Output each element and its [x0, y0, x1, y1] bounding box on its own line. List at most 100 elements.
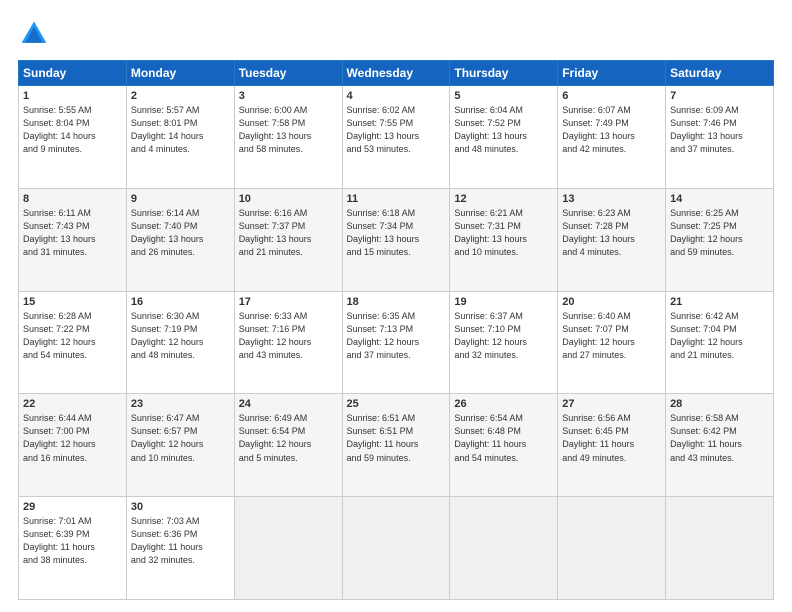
- day-number: 12: [454, 193, 553, 205]
- day-number: 4: [347, 90, 446, 102]
- day-number: 3: [239, 90, 338, 102]
- day-number: 25: [347, 398, 446, 410]
- day-number: 24: [239, 398, 338, 410]
- day-info: Sunrise: 6:09 AM Sunset: 7:46 PM Dayligh…: [670, 104, 769, 156]
- day-info: Sunrise: 5:57 AM Sunset: 8:01 PM Dayligh…: [131, 104, 230, 156]
- calendar-day-17: 17 Sunrise: 6:33 AM Sunset: 7:16 PM Dayli…: [234, 291, 342, 394]
- day-info: Sunrise: 6:18 AM Sunset: 7:34 PM Dayligh…: [347, 207, 446, 259]
- calendar-day-2: 2 Sunrise: 5:57 AM Sunset: 8:01 PM Daylig…: [126, 86, 234, 189]
- day-info: Sunrise: 6:25 AM Sunset: 7:25 PM Dayligh…: [670, 207, 769, 259]
- day-header-saturday: Saturday: [666, 61, 774, 86]
- calendar-empty: [450, 497, 558, 600]
- day-number: 2: [131, 90, 230, 102]
- calendar-empty: [342, 497, 450, 600]
- day-info: Sunrise: 6:23 AM Sunset: 7:28 PM Dayligh…: [562, 207, 661, 259]
- day-number: 27: [562, 398, 661, 410]
- day-number: 20: [562, 296, 661, 308]
- calendar-day-5: 5 Sunrise: 6:04 AM Sunset: 7:52 PM Daylig…: [450, 86, 558, 189]
- calendar-day-23: 23 Sunrise: 6:47 AM Sunset: 6:57 PM Dayli…: [126, 394, 234, 497]
- day-header-monday: Monday: [126, 61, 234, 86]
- calendar-empty: [666, 497, 774, 600]
- page: SundayMondayTuesdayWednesdayThursdayFrid…: [0, 0, 792, 612]
- calendar-day-7: 7 Sunrise: 6:09 AM Sunset: 7:46 PM Daylig…: [666, 86, 774, 189]
- day-info: Sunrise: 6:56 AM Sunset: 6:45 PM Dayligh…: [562, 412, 661, 464]
- calendar-day-21: 21 Sunrise: 6:42 AM Sunset: 7:04 PM Dayli…: [666, 291, 774, 394]
- logo-icon: [18, 18, 50, 50]
- calendar-day-4: 4Sunrise: 6:02 AM Sunset: 7:55 PM Daylig…: [342, 86, 450, 189]
- day-number: 28: [670, 398, 769, 410]
- header: [18, 18, 774, 50]
- day-info: Sunrise: 6:47 AM Sunset: 6:57 PM Dayligh…: [131, 412, 230, 464]
- calendar-day-15: 15 Sunrise: 6:28 AM Sunset: 7:22 PM Dayli…: [19, 291, 127, 394]
- calendar-day-12: 12Sunrise: 6:21 AM Sunset: 7:31 PM Dayli…: [450, 188, 558, 291]
- calendar-day-10: 10 Sunrise: 6:16 AM Sunset: 7:37 PM Dayli…: [234, 188, 342, 291]
- calendar-day-27: 27 Sunrise: 6:56 AM Sunset: 6:45 PM Dayli…: [558, 394, 666, 497]
- day-number: 10: [239, 193, 338, 205]
- calendar-day-1: 1Sunrise: 5:55 AM Sunset: 8:04 PM Daylig…: [19, 86, 127, 189]
- day-info: Sunrise: 6:07 AM Sunset: 7:49 PM Dayligh…: [562, 104, 661, 156]
- calendar-day-6: 6 Sunrise: 6:07 AM Sunset: 7:49 PM Daylig…: [558, 86, 666, 189]
- calendar-day-11: 11Sunrise: 6:18 AM Sunset: 7:34 PM Dayli…: [342, 188, 450, 291]
- day-number: 23: [131, 398, 230, 410]
- day-info: Sunrise: 6:40 AM Sunset: 7:07 PM Dayligh…: [562, 310, 661, 362]
- day-number: 7: [670, 90, 769, 102]
- calendar-day-28: 28Sunrise: 6:58 AM Sunset: 6:42 PM Dayli…: [666, 394, 774, 497]
- day-number: 29: [23, 501, 122, 513]
- calendar-week-2: 8 Sunrise: 6:11 AM Sunset: 7:43 PM Daylig…: [19, 188, 774, 291]
- calendar-day-13: 13 Sunrise: 6:23 AM Sunset: 7:28 PM Dayli…: [558, 188, 666, 291]
- day-number: 19: [454, 296, 553, 308]
- day-number: 21: [670, 296, 769, 308]
- calendar-day-25: 25 Sunrise: 6:51 AM Sunset: 6:51 PM Dayli…: [342, 394, 450, 497]
- calendar-empty: [234, 497, 342, 600]
- calendar-day-29: 29Sunrise: 7:01 AM Sunset: 6:39 PM Dayli…: [19, 497, 127, 600]
- day-number: 16: [131, 296, 230, 308]
- day-header-tuesday: Tuesday: [234, 61, 342, 86]
- day-info: Sunrise: 6:51 AM Sunset: 6:51 PM Dayligh…: [347, 412, 446, 464]
- calendar-week-3: 15 Sunrise: 6:28 AM Sunset: 7:22 PM Dayli…: [19, 291, 774, 394]
- header-row: SundayMondayTuesdayWednesdayThursdayFrid…: [19, 61, 774, 86]
- day-info: Sunrise: 6:04 AM Sunset: 7:52 PM Dayligh…: [454, 104, 553, 156]
- day-number: 13: [562, 193, 661, 205]
- day-info: Sunrise: 6:44 AM Sunset: 7:00 PM Dayligh…: [23, 412, 122, 464]
- day-info: Sunrise: 6:14 AM Sunset: 7:40 PM Dayligh…: [131, 207, 230, 259]
- day-info: Sunrise: 6:00 AM Sunset: 7:58 PM Dayligh…: [239, 104, 338, 156]
- day-number: 30: [131, 501, 230, 513]
- day-number: 26: [454, 398, 553, 410]
- day-number: 18: [347, 296, 446, 308]
- day-number: 8: [23, 193, 122, 205]
- day-number: 9: [131, 193, 230, 205]
- calendar-day-20: 20 Sunrise: 6:40 AM Sunset: 7:07 PM Dayli…: [558, 291, 666, 394]
- calendar-empty: [558, 497, 666, 600]
- day-info: Sunrise: 6:33 AM Sunset: 7:16 PM Dayligh…: [239, 310, 338, 362]
- day-info: Sunrise: 6:42 AM Sunset: 7:04 PM Dayligh…: [670, 310, 769, 362]
- day-info: Sunrise: 6:28 AM Sunset: 7:22 PM Dayligh…: [23, 310, 122, 362]
- day-number: 6: [562, 90, 661, 102]
- day-number: 15: [23, 296, 122, 308]
- calendar-day-19: 19 Sunrise: 6:37 AM Sunset: 7:10 PM Dayli…: [450, 291, 558, 394]
- logo: [18, 18, 56, 50]
- day-info: Sunrise: 6:30 AM Sunset: 7:19 PM Dayligh…: [131, 310, 230, 362]
- calendar-week-1: 1Sunrise: 5:55 AM Sunset: 8:04 PM Daylig…: [19, 86, 774, 189]
- day-info: Sunrise: 6:16 AM Sunset: 7:37 PM Dayligh…: [239, 207, 338, 259]
- calendar-day-18: 18Sunrise: 6:35 AM Sunset: 7:13 PM Dayli…: [342, 291, 450, 394]
- day-number: 22: [23, 398, 122, 410]
- calendar-day-14: 14 Sunrise: 6:25 AM Sunset: 7:25 PM Dayli…: [666, 188, 774, 291]
- day-number: 14: [670, 193, 769, 205]
- day-number: 5: [454, 90, 553, 102]
- day-info: Sunrise: 5:55 AM Sunset: 8:04 PM Dayligh…: [23, 104, 122, 156]
- day-header-thursday: Thursday: [450, 61, 558, 86]
- calendar-day-30: 30Sunrise: 7:03 AM Sunset: 6:36 PM Dayli…: [126, 497, 234, 600]
- calendar-day-22: 22 Sunrise: 6:44 AM Sunset: 7:00 PM Dayli…: [19, 394, 127, 497]
- day-header-sunday: Sunday: [19, 61, 127, 86]
- calendar-week-5: 29Sunrise: 7:01 AM Sunset: 6:39 PM Dayli…: [19, 497, 774, 600]
- day-info: Sunrise: 6:11 AM Sunset: 7:43 PM Dayligh…: [23, 207, 122, 259]
- day-number: 17: [239, 296, 338, 308]
- calendar-day-26: 26Sunrise: 6:54 AM Sunset: 6:48 PM Dayli…: [450, 394, 558, 497]
- calendar-day-16: 16 Sunrise: 6:30 AM Sunset: 7:19 PM Dayli…: [126, 291, 234, 394]
- day-info: Sunrise: 6:49 AM Sunset: 6:54 PM Dayligh…: [239, 412, 338, 464]
- calendar-day-8: 8 Sunrise: 6:11 AM Sunset: 7:43 PM Daylig…: [19, 188, 127, 291]
- day-info: Sunrise: 6:37 AM Sunset: 7:10 PM Dayligh…: [454, 310, 553, 362]
- calendar-day-9: 9 Sunrise: 6:14 AM Sunset: 7:40 PM Daylig…: [126, 188, 234, 291]
- calendar-day-3: 3 Sunrise: 6:00 AM Sunset: 7:58 PM Daylig…: [234, 86, 342, 189]
- calendar-day-24: 24 Sunrise: 6:49 AM Sunset: 6:54 PM Dayli…: [234, 394, 342, 497]
